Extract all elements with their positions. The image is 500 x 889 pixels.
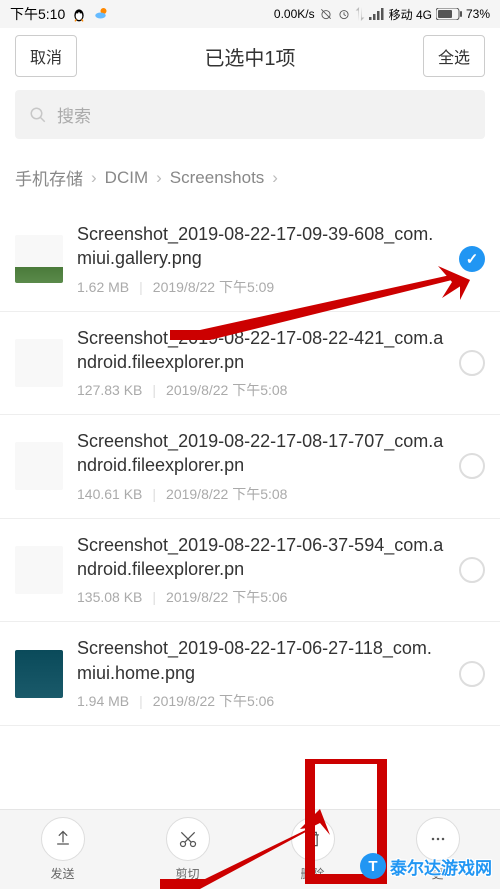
file-name: Screenshot_2019-08-22-17-06-27-118_com.m… (77, 636, 445, 685)
file-date: 2019/8/22 下午5:06 (166, 587, 287, 607)
file-thumbnail (15, 235, 63, 283)
status-left: 下午5:10 (10, 4, 111, 24)
meta-separator: | (152, 486, 156, 502)
file-meta: 1.62 MB | 2019/8/22 下午5:09 (77, 277, 445, 297)
alarm-off-icon (319, 7, 333, 21)
meta-separator: | (152, 382, 156, 398)
file-item[interactable]: Screenshot_2019-08-22-17-06-37-594_com.a… (0, 519, 500, 623)
alarm-icon (337, 7, 351, 21)
status-time: 下午5:10 (10, 4, 65, 24)
file-info: Screenshot_2019-08-22-17-09-39-608_com.m… (77, 222, 445, 297)
file-item[interactable]: Screenshot_2019-08-22-17-08-17-707_com.a… (0, 415, 500, 519)
checkbox-unchecked[interactable] (459, 453, 485, 479)
meta-separator: | (139, 693, 143, 709)
file-meta: 140.61 KB | 2019/8/22 下午5:08 (77, 484, 445, 504)
cancel-button[interactable]: 取消 (15, 35, 77, 77)
status-speed: 0.00K/s (274, 7, 315, 21)
breadcrumb-item[interactable]: 手机存储 (15, 165, 83, 190)
file-thumbnail (15, 546, 63, 594)
cut-icon (166, 817, 210, 861)
battery-icon (436, 8, 462, 20)
weather-icon (93, 5, 111, 23)
file-date: 2019/8/22 下午5:06 (153, 691, 274, 711)
file-date: 2019/8/22 下午5:08 (166, 380, 287, 400)
file-name: Screenshot_2019-08-22-17-08-22-421_com.a… (77, 326, 445, 375)
file-size: 127.83 KB (77, 382, 142, 398)
status-bar: 下午5:10 0.00K/s 移动 4G 73% (0, 0, 500, 28)
watermark: T 泰尔达游戏网 (360, 853, 492, 879)
cut-button[interactable]: 剪切 (166, 817, 210, 882)
header: 取消 已选中1项 全选 (0, 28, 500, 84)
file-date: 2019/8/22 下午5:09 (153, 277, 274, 297)
file-item[interactable]: Screenshot_2019-08-22-17-06-27-118_com.m… (0, 622, 500, 726)
page-title: 已选中1项 (204, 42, 295, 71)
status-right: 0.00K/s 移动 4G 73% (274, 6, 490, 23)
signal-icon (369, 8, 385, 20)
file-thumbnail (15, 339, 63, 387)
data-arrows-icon (355, 7, 365, 21)
file-meta: 127.83 KB | 2019/8/22 下午5:08 (77, 380, 445, 400)
file-meta: 135.08 KB | 2019/8/22 下午5:06 (77, 587, 445, 607)
chevron-right-icon: › (272, 168, 278, 188)
file-size: 1.94 MB (77, 693, 129, 709)
delete-button[interactable]: 删除 (291, 817, 335, 882)
status-carrier: 移动 4G (389, 6, 432, 23)
file-thumbnail (15, 442, 63, 490)
file-size: 135.08 KB (77, 589, 142, 605)
file-meta: 1.94 MB | 2019/8/22 下午5:06 (77, 691, 445, 711)
watermark-text: 泰尔达游戏网 (390, 854, 492, 879)
checkbox-unchecked[interactable] (459, 557, 485, 583)
checkbox-unchecked[interactable] (459, 350, 485, 376)
breadcrumb-item[interactable]: DCIM (105, 168, 148, 188)
search-input[interactable]: 搜索 (15, 90, 485, 139)
file-size: 1.62 MB (77, 279, 129, 295)
send-button[interactable]: 发送 (41, 817, 85, 882)
file-item[interactable]: Screenshot_2019-08-22-17-08-22-421_com.a… (0, 312, 500, 416)
search-placeholder: 搜索 (57, 102, 91, 127)
checkbox-checked[interactable] (459, 246, 485, 272)
delete-icon (291, 817, 335, 861)
qq-icon (71, 6, 87, 22)
file-name: Screenshot_2019-08-22-17-08-17-707_com.a… (77, 429, 445, 478)
send-label: 发送 (50, 865, 74, 882)
status-battery: 73% (466, 7, 490, 21)
checkbox-unchecked[interactable] (459, 661, 485, 687)
file-info: Screenshot_2019-08-22-17-06-37-594_com.a… (77, 533, 445, 608)
file-name: Screenshot_2019-08-22-17-06-37-594_com.a… (77, 533, 445, 582)
file-info: Screenshot_2019-08-22-17-08-22-421_com.a… (77, 326, 445, 401)
send-icon (41, 817, 85, 861)
file-name: Screenshot_2019-08-22-17-09-39-608_com.m… (77, 222, 445, 271)
meta-separator: | (152, 589, 156, 605)
select-all-button[interactable]: 全选 (423, 35, 485, 77)
cut-label: 剪切 (175, 865, 199, 882)
file-size: 140.61 KB (77, 486, 142, 502)
file-date: 2019/8/22 下午5:08 (166, 484, 287, 504)
chevron-right-icon: › (91, 168, 97, 188)
chevron-right-icon: › (156, 168, 162, 188)
breadcrumb-item[interactable]: Screenshots (170, 168, 265, 188)
file-info: Screenshot_2019-08-22-17-06-27-118_com.m… (77, 636, 445, 711)
search-icon (29, 106, 47, 124)
file-item[interactable]: Screenshot_2019-08-22-17-09-39-608_com.m… (0, 208, 500, 312)
breadcrumb[interactable]: 手机存储 › DCIM › Screenshots › (0, 151, 500, 208)
file-thumbnail (15, 650, 63, 698)
file-list: Screenshot_2019-08-22-17-09-39-608_com.m… (0, 208, 500, 726)
watermark-badge: T (360, 853, 386, 879)
delete-label: 删除 (300, 865, 324, 882)
file-info: Screenshot_2019-08-22-17-08-17-707_com.a… (77, 429, 445, 504)
meta-separator: | (139, 279, 143, 295)
